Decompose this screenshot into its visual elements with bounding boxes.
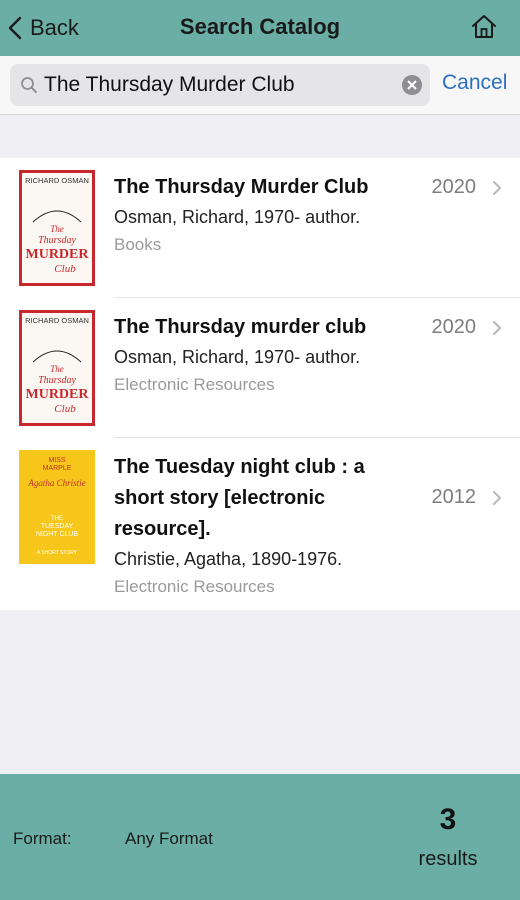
results-count: 3 — [439, 803, 457, 836]
result-format: Electronic Resources — [114, 577, 275, 596]
svg-text:The: The — [50, 224, 64, 234]
result-author: Christie, Agatha, 1890-1976. — [114, 549, 343, 569]
result-author: Osman, Richard, 1970- author. — [114, 347, 361, 367]
home-button[interactable] — [470, 13, 498, 41]
nav-bar: Back Search Catalog — [0, 0, 520, 56]
search-input[interactable] — [44, 68, 394, 102]
cover-author-text: RICHARD OSMAN — [25, 316, 89, 325]
chevron-left-icon — [8, 16, 22, 40]
result-info: The Thursday Murder Club Osman, Richard,… — [114, 172, 414, 259]
svg-text:MISS: MISS — [48, 457, 65, 464]
svg-text:Club: Club — [54, 263, 76, 275]
search-icon — [21, 77, 37, 93]
result-row[interactable]: RICHARD OSMAN The Thursday MURDER Club T… — [0, 158, 520, 298]
home-icon — [472, 15, 496, 38]
result-year: 2012 — [431, 486, 477, 508]
book-cover-image: MISS MARPLE Agatha Christie THE TUESDAY … — [19, 450, 95, 564]
result-title-line: short story [electronic — [114, 487, 326, 509]
svg-text:Club: Club — [54, 403, 76, 415]
result-format: Books — [114, 235, 162, 254]
svg-text:NIGHT CLUB: NIGHT CLUB — [36, 531, 79, 538]
result-year: 2020 — [431, 176, 477, 198]
format-filter-button[interactable]: Any Format — [125, 829, 213, 849]
cancel-button[interactable]: Cancel — [442, 71, 507, 95]
clear-icon[interactable] — [402, 75, 422, 95]
chevron-right-icon — [493, 321, 501, 335]
result-row[interactable]: MISS MARPLE Agatha Christie THE TUESDAY … — [0, 438, 520, 610]
footer-bar — [0, 774, 520, 900]
svg-text:THE: THE — [51, 516, 63, 522]
search-bar: Cancel — [0, 56, 520, 115]
result-year: 2020 — [431, 316, 477, 338]
result-info: The Tuesday night club : a short story [… — [114, 452, 414, 601]
back-label: Back — [30, 15, 79, 40]
svg-text:The: The — [50, 364, 64, 374]
result-info: The Thursday murder club Osman, Richard,… — [114, 312, 414, 399]
svg-text:MURDER: MURDER — [26, 247, 90, 262]
result-author: Osman, Richard, 1970- author. — [114, 207, 361, 227]
svg-text:A SHORT STORY: A SHORT STORY — [37, 550, 78, 556]
result-format: Electronic Resources — [114, 375, 275, 394]
svg-text:Thursday: Thursday — [38, 375, 76, 386]
svg-text:Thursday: Thursday — [38, 235, 76, 246]
result-title-line: The Tuesday night club : a — [114, 456, 365, 478]
results-list: RICHARD OSMAN The Thursday MURDER Club T… — [0, 158, 520, 610]
format-label: Format: — [13, 829, 72, 848]
svg-text:MURDER: MURDER — [26, 387, 90, 402]
result-title-line: resource]. — [114, 518, 211, 540]
svg-text:Agatha Christie: Agatha Christie — [27, 478, 85, 488]
search-field[interactable] — [10, 64, 430, 106]
result-title: The Thursday murder club — [114, 316, 367, 338]
cover-author-text: RICHARD OSMAN — [25, 176, 89, 185]
svg-text:MARPLE: MARPLE — [43, 465, 72, 472]
book-cover-image: RICHARD OSMAN The Thursday MURDER Club — [19, 170, 95, 286]
results-count-label: results — [418, 848, 478, 870]
chevron-right-icon — [493, 181, 501, 195]
result-title: The Thursday Murder Club — [114, 176, 369, 198]
back-button[interactable]: Back — [8, 12, 79, 44]
result-row[interactable]: RICHARD OSMAN The Thursday MURDER Club T… — [0, 298, 520, 438]
svg-text:TUESDAY: TUESDAY — [41, 523, 74, 530]
chevron-right-icon — [493, 491, 501, 505]
book-cover-image: RICHARD OSMAN The Thursday MURDER Club — [19, 310, 95, 426]
